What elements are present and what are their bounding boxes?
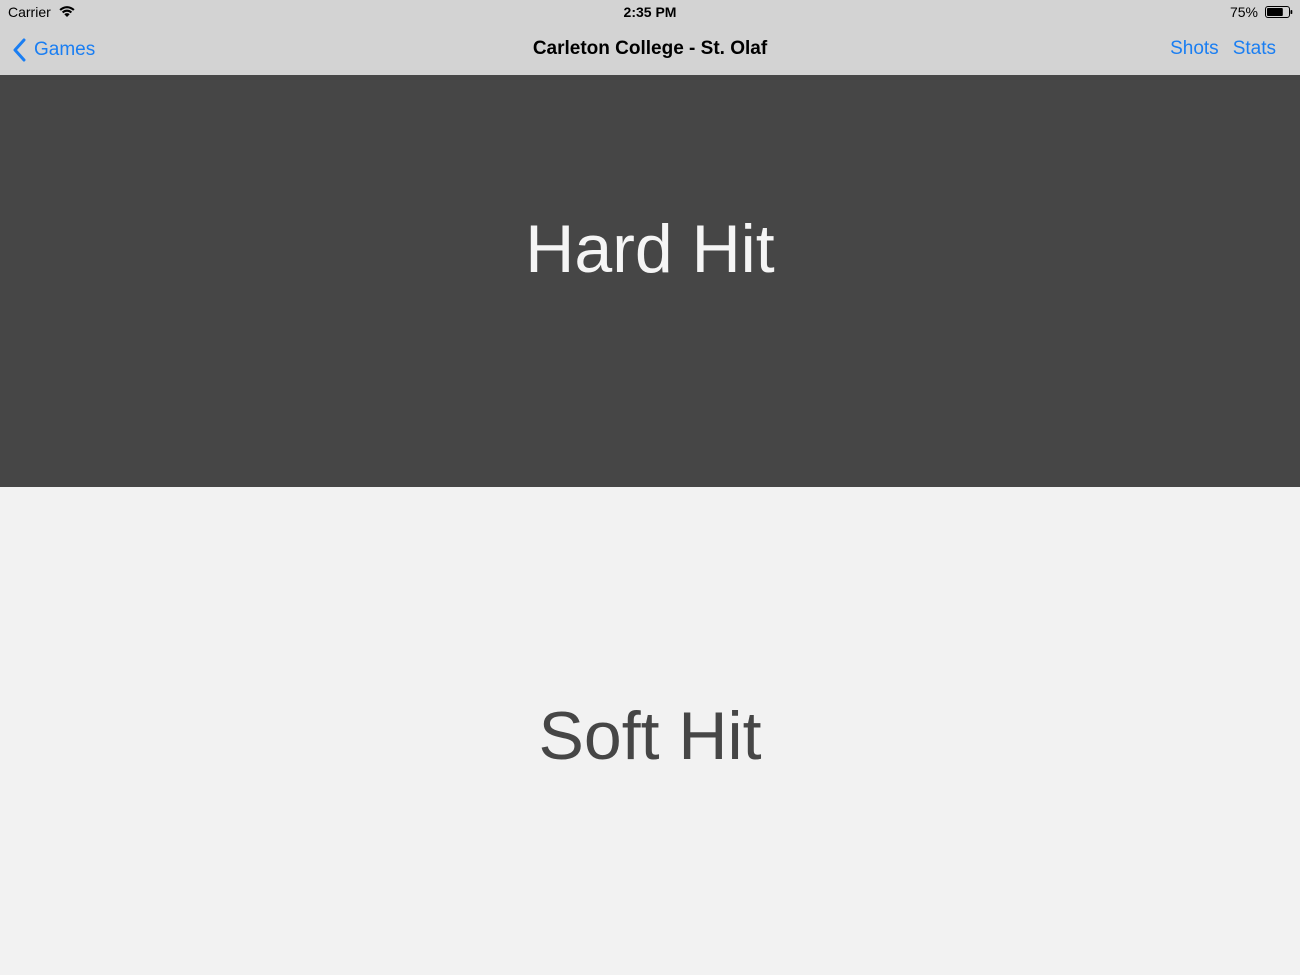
soft-hit-label: Soft Hit bbox=[538, 698, 762, 774]
hard-hit-button[interactable]: Hard Hit bbox=[0, 75, 1300, 487]
clock: 2:35 PM bbox=[623, 4, 677, 20]
hard-hit-label: Hard Hit bbox=[525, 211, 775, 287]
battery-icon bbox=[1265, 6, 1293, 18]
stats-button[interactable]: Stats bbox=[1233, 38, 1276, 60]
soft-hit-button[interactable]: Soft Hit bbox=[0, 487, 1300, 975]
nav-title: Carleton College - St. Olaf bbox=[532, 38, 768, 59]
navigation-bar: Games Carleton College - St. Olaf Shots … bbox=[0, 25, 1300, 75]
battery-percentage: 75% bbox=[1229, 4, 1258, 20]
battery-fill bbox=[1267, 8, 1283, 16]
screen: Carrier 2:35 PM 75% Games Carleton Colle… bbox=[0, 0, 1300, 975]
shots-button[interactable]: Shots bbox=[1170, 38, 1219, 60]
status-bar: Carrier 2:35 PM 75% bbox=[0, 0, 1300, 25]
nav-actions: Shots Stats bbox=[1170, 38, 1276, 60]
